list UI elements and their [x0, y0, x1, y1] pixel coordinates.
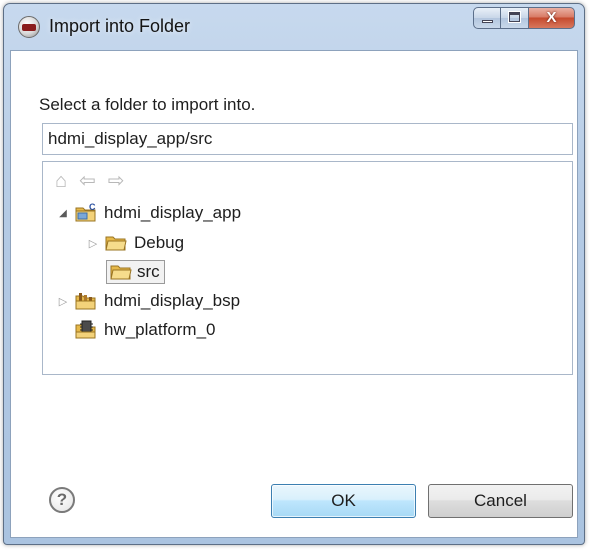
help-icon[interactable]: ?	[49, 487, 75, 513]
dialog-body: Select a folder to import into. ⌂ ⇦ ⇨ ◢ …	[10, 50, 578, 538]
tree-item-hdmi-display-app[interactable]: ◢ C hdmi_display_app	[57, 200, 241, 226]
tree-nav-toolbar: ⌂ ⇦ ⇨	[55, 170, 125, 192]
tree-item-hdmi-display-bsp[interactable]: ▷ hdmi_display_bsp	[57, 288, 240, 314]
dialog-window: Import into Folder X Select a folder to …	[3, 3, 585, 545]
folder-path-input[interactable]	[42, 123, 573, 155]
close-icon: X	[546, 9, 557, 26]
window-controls: X	[473, 7, 575, 31]
tree-item-debug[interactable]: ▷ Debug	[87, 230, 184, 256]
minimize-icon	[482, 20, 493, 23]
tree-item-label: hdmi_display_bsp	[104, 291, 241, 310]
home-icon[interactable]: ⌂	[55, 171, 67, 191]
expand-arrow-icon[interactable]: ▷	[57, 295, 69, 308]
window-title: Import into Folder	[49, 16, 191, 36]
svg-text:C: C	[89, 203, 96, 212]
maximize-button[interactable]	[501, 7, 529, 29]
tree-selection: src	[106, 260, 165, 284]
tree-item-label: src	[137, 262, 160, 281]
minimize-button[interactable]	[473, 7, 501, 29]
title-bar[interactable]: Import into Folder X	[4, 4, 584, 50]
tree-item-label: Debug	[134, 233, 185, 252]
collapse-arrow-icon[interactable]: ◢	[57, 208, 69, 219]
back-icon[interactable]: ⇦	[79, 171, 96, 191]
close-button[interactable]: X	[529, 7, 575, 29]
folder-tree[interactable]: ⌂ ⇦ ⇨ ◢ C hdmi_display_app ▷ Debug src ▷…	[42, 161, 573, 375]
tree-item-src[interactable]: src	[106, 259, 165, 285]
bsp-icon	[75, 293, 96, 310]
maximize-icon	[508, 11, 521, 23]
prompt-label: Select a folder to import into.	[39, 95, 256, 114]
folder-open-icon	[110, 265, 132, 280]
c-project-icon: C	[75, 203, 96, 222]
tree-item-label: hw_platform_0	[104, 320, 216, 339]
sdk-icon	[18, 16, 40, 38]
forward-icon[interactable]: ⇨	[108, 171, 125, 191]
folder-icon	[105, 236, 127, 251]
cancel-button[interactable]: Cancel	[428, 484, 573, 518]
tree-item-label: hdmi_display_app	[104, 203, 242, 222]
tree-item-hw-platform-0[interactable]: hw_platform_0	[75, 317, 216, 343]
hw-platform-icon	[75, 320, 96, 339]
ok-button[interactable]: OK	[271, 484, 416, 518]
expand-arrow-icon[interactable]: ▷	[87, 237, 99, 250]
